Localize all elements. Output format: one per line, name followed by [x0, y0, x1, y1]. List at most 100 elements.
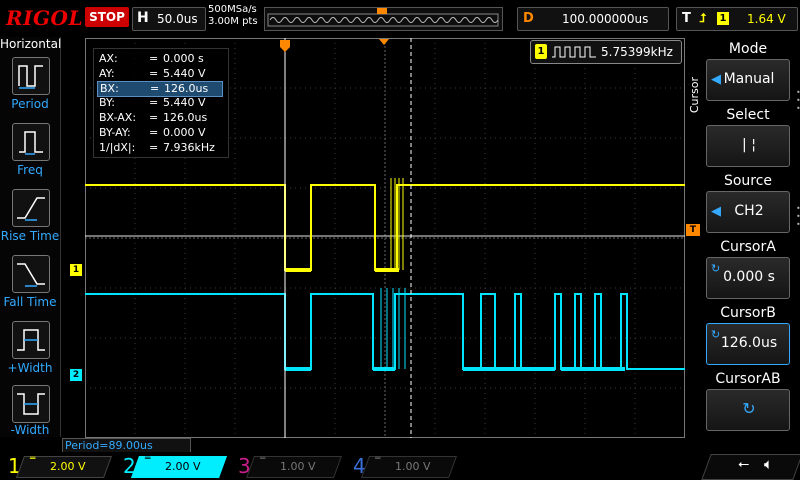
- freq-icon: [19, 131, 43, 155]
- cursor-row-bx-ax: BX-AX: = 126.0us: [99, 111, 224, 125]
- ch1-scale: 2.00 V: [50, 460, 86, 473]
- dc-coupling-icon: ═: [260, 454, 266, 464]
- menu-select[interactable]: Select | ¦: [706, 107, 790, 167]
- cursor-row-by: BY: = 5.440 V: [99, 96, 224, 110]
- cursor-readout-table: AX: = 0.000 s AY: = 5.440 V BX: = 126.0u…: [93, 48, 229, 158]
- pos-width-label: +Width: [7, 361, 53, 375]
- channel-4-tab[interactable]: 4 ═ 1.00 V: [345, 452, 460, 480]
- counter-channel-badge: 1: [535, 44, 547, 59]
- measure-fall-time-button[interactable]: [12, 255, 50, 293]
- measure-freq-button[interactable]: [12, 123, 50, 161]
- select-value: | ¦: [742, 137, 756, 153]
- row-value: 126.0us: [163, 111, 208, 124]
- cursor-a-heading: CursorA: [720, 239, 776, 255]
- status-area: [701, 454, 800, 480]
- cursor-ab-knob[interactable]: ↻: [706, 389, 790, 431]
- trigger-delay[interactable]: D 100.000000us: [517, 7, 669, 31]
- channel-bar: 1 ═ 2.00 V 2 ═ 2.00 V 3 ═ 1.00 V 4 ═ 1.0…: [0, 452, 800, 480]
- row-equals: =: [149, 111, 159, 124]
- mode-selector[interactable]: ◀ Manual: [706, 59, 790, 101]
- trigger-settings[interactable]: T ⮥ 1 1.64 V: [676, 7, 798, 31]
- rising-edge-icon: ⮥: [699, 11, 707, 25]
- ch3-scale: 1.00 V: [280, 460, 316, 473]
- overview-wave: [267, 8, 499, 27]
- trigger-level: 1.64 V: [747, 12, 786, 26]
- measure-period-button[interactable]: [12, 57, 50, 95]
- cursor-row-ay: AY: = 5.440 V: [99, 67, 224, 81]
- ch2-offset-marker[interactable]: 2: [70, 369, 82, 381]
- t-key: T: [682, 11, 691, 26]
- waveform-overview[interactable]: [264, 7, 503, 31]
- channel-2-tab[interactable]: 2 ═ 2.00 V: [115, 452, 230, 480]
- period-icon: [18, 65, 43, 89]
- horizontal-timebase[interactable]: H 50.0us: [132, 7, 206, 31]
- dc-coupling-icon: ═: [145, 454, 151, 464]
- cursor-menu: Cursor Mode ◀ Manual Select | ¦ Source ◀…: [688, 37, 800, 437]
- menu-cursor-ab[interactable]: CursorAB ↻: [706, 371, 790, 431]
- row-equals: =: [149, 126, 159, 139]
- left-panel-title: Horizontal: [0, 37, 62, 51]
- row-label: BY:: [99, 96, 115, 109]
- row-value: 7.936kHz: [163, 141, 215, 154]
- row-label: BY-AY:: [99, 126, 131, 139]
- h-value: 50.0us: [157, 12, 198, 26]
- menu-mode[interactable]: Mode ◀ Manual: [706, 41, 790, 101]
- freq-label: Freq: [17, 163, 43, 177]
- cursor-row-ax: AX: = 0.000 s: [99, 52, 224, 66]
- ch2-scale: 2.00 V: [165, 460, 201, 473]
- menu-tab-title: Cursor: [688, 77, 701, 114]
- cursor-row-by-ay: BY-AY: = 0.000 V: [99, 126, 224, 140]
- source-value: CH2: [734, 203, 764, 219]
- pulse-train-icon: [552, 46, 596, 58]
- mode-heading: Mode: [728, 41, 768, 57]
- knob-icon: ↻: [742, 399, 756, 418]
- rise-time-label: Rise Time: [0, 229, 60, 243]
- more-dots-icon: •••: [796, 205, 800, 229]
- left-measure-panel: Horizontal Period Freq Rise Time Fall Ti…: [0, 37, 61, 437]
- fall-time-label: Fall Time: [3, 295, 57, 309]
- d-value: 100.000000us: [562, 12, 649, 26]
- more-dots-icon: •••: [796, 89, 800, 113]
- source-selector[interactable]: ◀ CH2: [706, 191, 790, 233]
- row-equals: =: [149, 141, 159, 154]
- dc-coupling-icon: ═: [30, 454, 36, 464]
- memory-depth: 3.00M pts: [208, 16, 258, 27]
- sample-rate: 500MSa/s: [208, 4, 257, 15]
- brand-logo: RIGOL: [6, 6, 84, 30]
- h-key: H: [137, 10, 149, 26]
- row-label: AX:: [99, 52, 118, 65]
- menu-cursor-a[interactable]: CursorA ↻ 0.000 s: [706, 239, 790, 299]
- menu-source[interactable]: Source ◀ CH2: [706, 173, 790, 233]
- row-value: 5.440 V: [163, 67, 206, 80]
- usb-icon: ⭠: [738, 456, 750, 472]
- neg-width-label: -Width: [10, 423, 50, 437]
- row-label: BX-AX:: [99, 111, 137, 124]
- cursor-b-knob[interactable]: ↻ 126.0us: [706, 323, 790, 365]
- cursor-b-value: 126.0us: [720, 335, 778, 351]
- cursor-row-bx: BX: = 126.0us: [97, 81, 223, 97]
- row-value: 126.0us: [164, 82, 209, 95]
- channel-3-tab[interactable]: 3 ═ 1.00 V: [230, 452, 345, 480]
- counter-value: 5.75399kHz: [601, 45, 673, 59]
- speaker-muted-icon[interactable]: 🔈︎: [764, 455, 773, 473]
- period-label: Period: [11, 97, 49, 111]
- measure-pos-width-button[interactable]: [12, 321, 50, 359]
- cursor-a-value: 0.000 s: [723, 269, 775, 285]
- channel-1-tab[interactable]: 1 ═ 2.00 V: [0, 452, 115, 480]
- fall-time-icon: [17, 263, 45, 287]
- cursor-a-knob[interactable]: ↻ 0.000 s: [706, 257, 790, 299]
- measure-neg-width-button[interactable]: [12, 385, 50, 423]
- select-selector[interactable]: | ¦: [706, 125, 790, 167]
- top-bar: RIGOL STOP H 50.0us 500MSa/s 3.00M pts D…: [0, 0, 800, 36]
- row-equals: =: [149, 52, 159, 65]
- row-value: 5.440 V: [163, 96, 206, 109]
- row-value: 0.000 s: [163, 52, 204, 65]
- ch1-offset-marker[interactable]: 1: [70, 264, 82, 276]
- run-stop-indicator[interactable]: STOP: [85, 7, 129, 27]
- menu-cursor-b[interactable]: CursorB ↻ 126.0us: [706, 305, 790, 365]
- measure-rise-time-button[interactable]: [12, 189, 50, 227]
- row-equals: =: [149, 67, 159, 80]
- row-value: 0.000 V: [163, 126, 206, 139]
- h-position-marker[interactable]: [278, 38, 292, 54]
- dc-coupling-icon: ═: [375, 454, 381, 464]
